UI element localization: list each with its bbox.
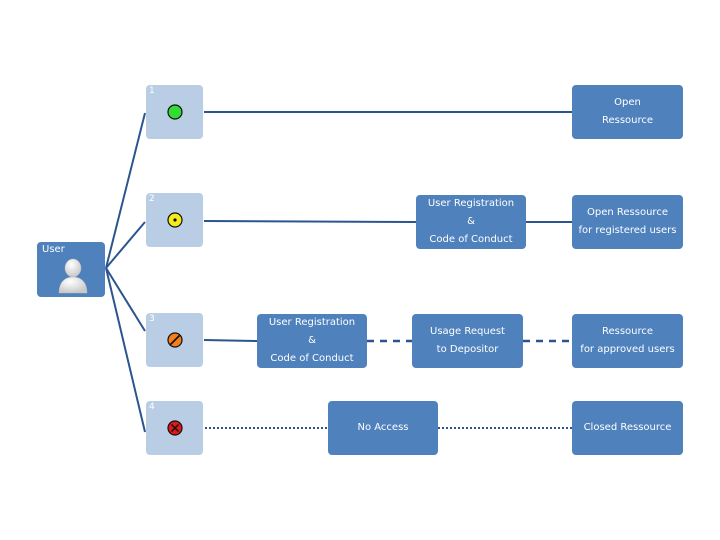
step-text: Code of Conduct [429, 234, 513, 245]
level-number: 2 [149, 194, 155, 204]
user-label: User [42, 244, 65, 255]
link-user-level-3 [105, 267, 146, 332]
result-text: Open [614, 97, 641, 108]
step-text: User Registration [268, 317, 356, 328]
level-1-node[interactable]: 1 [146, 85, 203, 139]
orange-prohibited-icon [166, 332, 183, 348]
result-text: for registered users [578, 225, 677, 236]
link-user-level-4 [105, 267, 146, 433]
step-text: User Registration [427, 198, 515, 209]
step-usage-request[interactable]: Usage Request to Depositor [412, 314, 523, 368]
user-node[interactable]: User [37, 242, 105, 297]
level-number: 3 [149, 314, 155, 324]
result-open-ressource-registered[interactable]: Open Ressource for registered users [572, 195, 683, 249]
step-text: to Depositor [436, 344, 499, 355]
result-text: Open Ressource [587, 207, 668, 218]
link-level-3-step1 [203, 339, 258, 342]
result-text: Ressource [601, 326, 654, 337]
step-text: & [308, 335, 316, 346]
yellow-dot-circle-icon [166, 212, 183, 228]
step-no-access[interactable]: No Access [328, 401, 438, 455]
step-text: Code of Conduct [270, 353, 354, 364]
level-number: 1 [149, 86, 155, 96]
level-2-node[interactable]: 2 [146, 193, 203, 247]
user-avatar-icon [58, 258, 88, 294]
result-text: Closed Ressource [583, 422, 672, 433]
connector-lines [105, 111, 572, 433]
step-text: & [467, 216, 475, 227]
result-text: Ressource [601, 115, 654, 126]
step-text: Usage Request [430, 326, 505, 337]
step-user-registration[interactable]: User Registration & Code of Conduct [416, 195, 526, 249]
result-text: for approved users [580, 344, 675, 355]
step-user-registration[interactable]: User Registration & Code of Conduct [257, 314, 367, 368]
level-number: 4 [149, 402, 155, 412]
step-text: No Access [357, 422, 409, 433]
result-open-ressource[interactable]: Open Ressource [572, 85, 683, 139]
red-x-circle-icon [166, 420, 183, 436]
level-3-node[interactable]: 3 [146, 313, 203, 367]
result-closed-ressource[interactable]: Closed Ressource [572, 401, 683, 455]
link-level-2-step [203, 220, 417, 223]
green-circle-icon [166, 104, 183, 120]
result-approved-users[interactable]: Ressource for approved users [572, 314, 683, 368]
level-4-node[interactable]: 4 [146, 401, 203, 455]
